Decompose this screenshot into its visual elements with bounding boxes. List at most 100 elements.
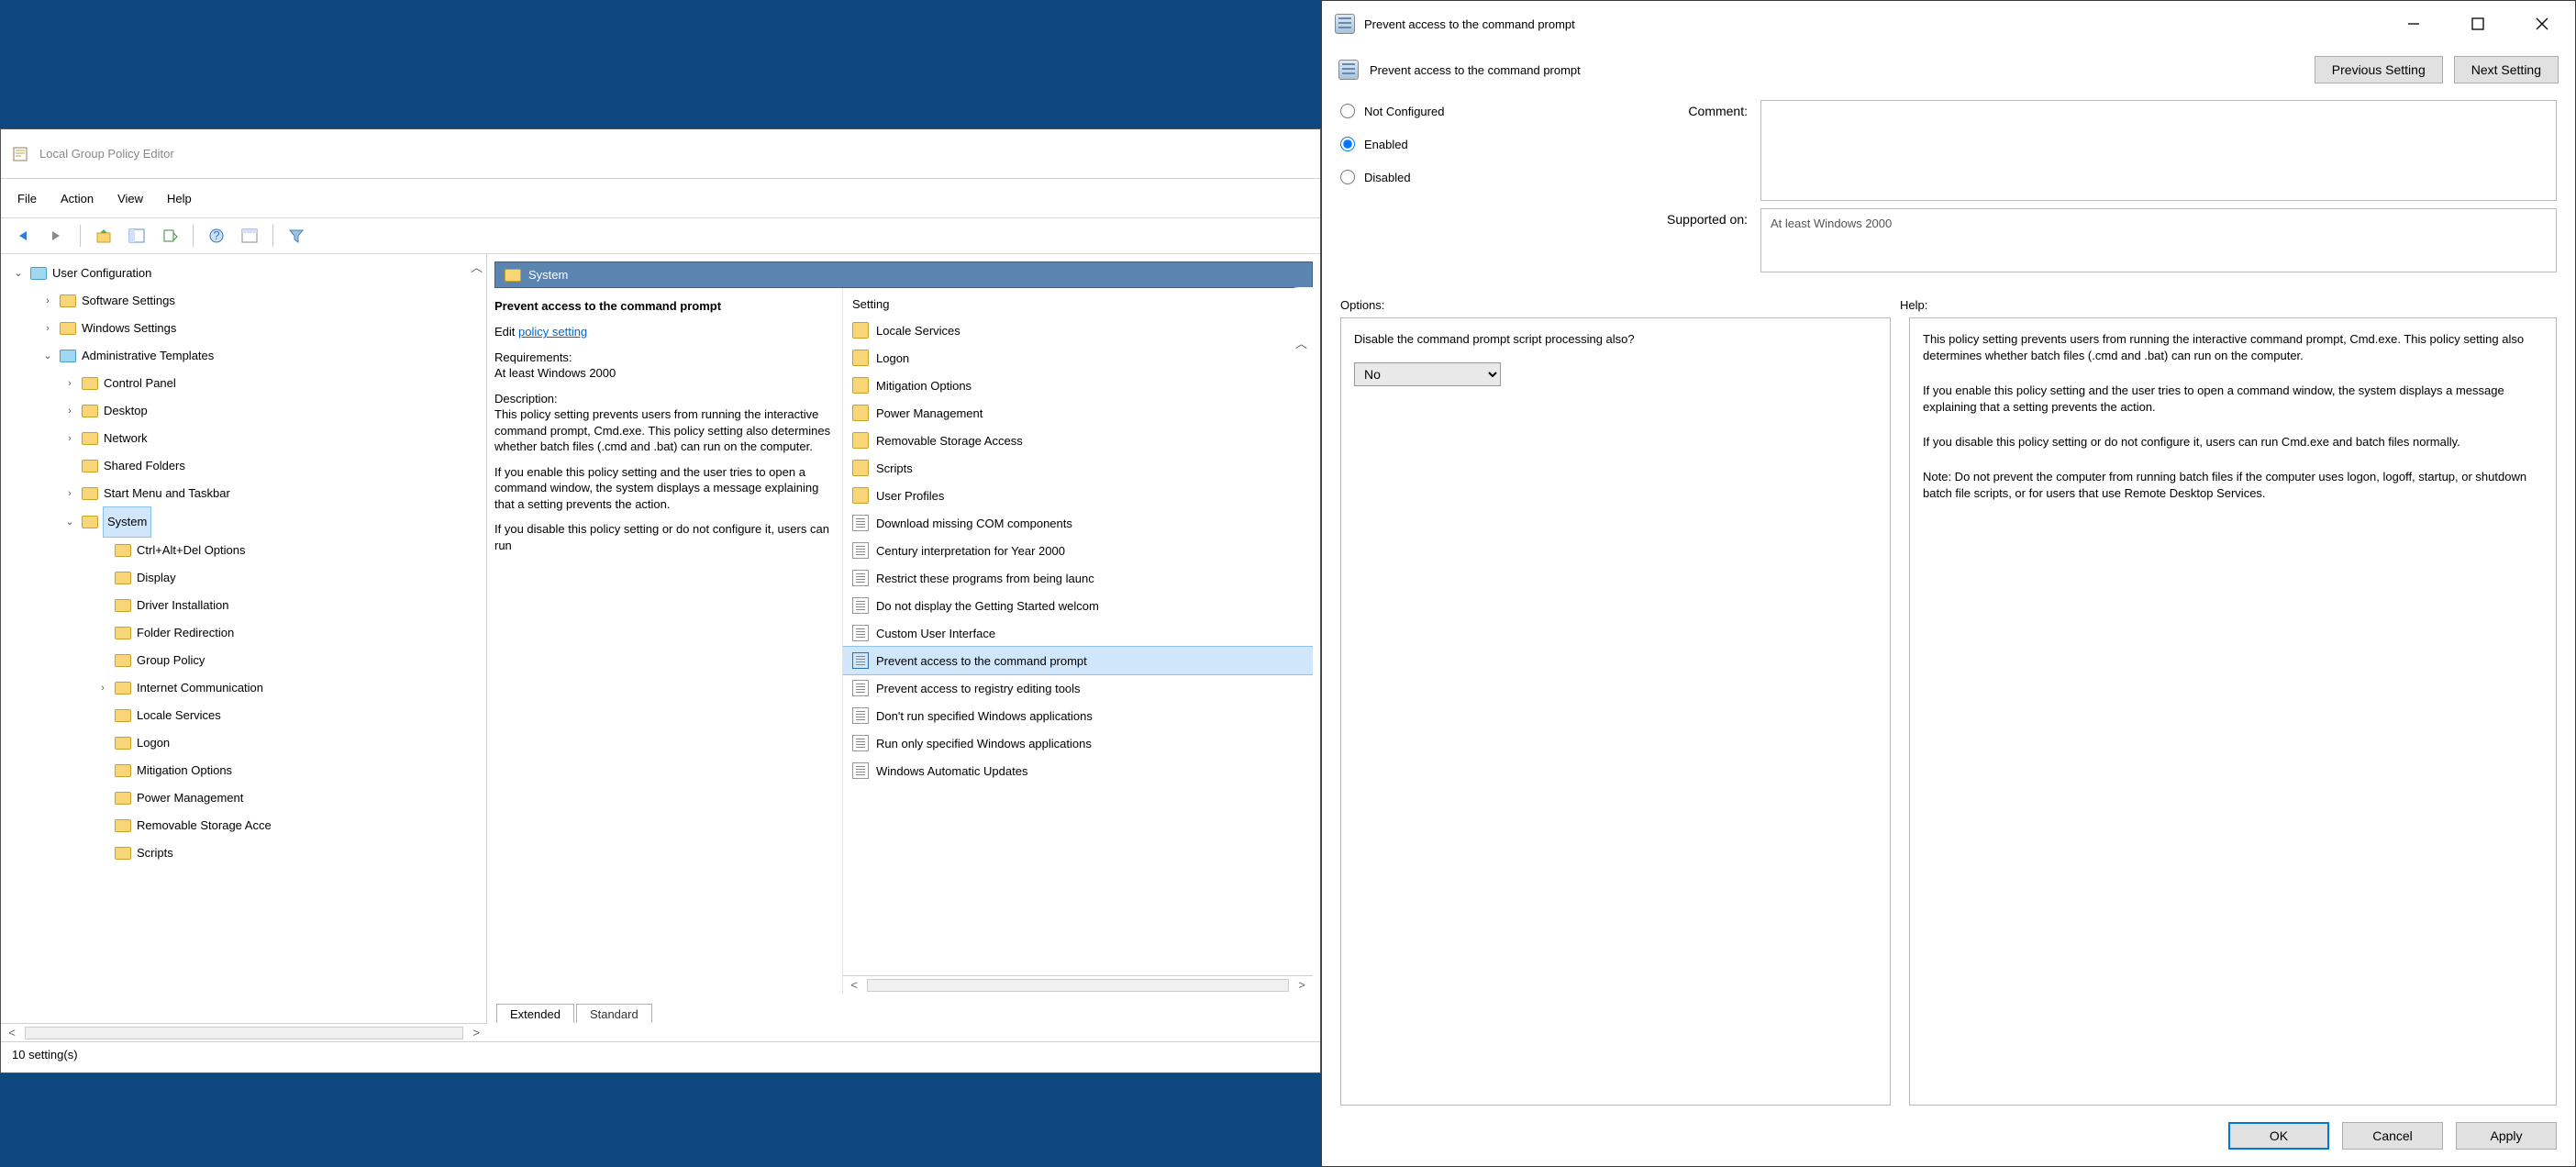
radio-enabled[interactable]: Enabled: [1340, 137, 1570, 151]
tree-item[interactable]: Folder Redirection: [8, 619, 486, 647]
column-header-setting[interactable]: Setting: [843, 295, 1313, 317]
menu-view[interactable]: View: [117, 192, 143, 206]
list-item[interactable]: Removable Storage Access: [843, 427, 1313, 454]
help-button[interactable]: ?: [203, 223, 230, 249]
list-item[interactable]: Restrict these programs from being launc: [843, 564, 1313, 592]
list-item[interactable]: Century interpretation for Year 2000: [843, 537, 1313, 564]
forward-button[interactable]: [43, 223, 71, 249]
chevron-right-icon[interactable]: ›: [63, 425, 76, 452]
ok-button[interactable]: OK: [2228, 1122, 2329, 1150]
option-select[interactable]: No: [1354, 362, 1501, 386]
list-item[interactable]: Prevent access to registry editing tools: [843, 674, 1313, 702]
tree-item[interactable]: Locale Services: [8, 702, 486, 729]
chevron-right-icon[interactable]: ›: [63, 397, 76, 425]
list-item[interactable]: Logon: [843, 344, 1313, 372]
cancel-button[interactable]: Cancel: [2342, 1122, 2443, 1150]
list-item[interactable]: Do not display the Getting Started welco…: [843, 592, 1313, 619]
list-item[interactable]: Custom User Interface: [843, 619, 1313, 647]
chevron-down-icon[interactable]: ⌄: [41, 342, 54, 370]
tree-item[interactable]: ›Internet Communication: [8, 674, 486, 702]
tree-item[interactable]: Display: [8, 564, 486, 592]
list-item-label: User Profiles: [876, 489, 944, 503]
list-item[interactable]: Scripts: [843, 454, 1313, 482]
list-item[interactable]: Power Management: [843, 399, 1313, 427]
chevron-right-icon[interactable]: ›: [96, 674, 109, 702]
tree-scroll-up-icon[interactable]: ︿: [471, 258, 483, 275]
tree-item[interactable]: Scripts: [8, 839, 486, 867]
tree-item[interactable]: Ctrl+Alt+Del Options: [8, 537, 486, 564]
list-item[interactable]: Mitigation Options: [843, 372, 1313, 399]
tree-item[interactable]: ⌄ User Configuration: [8, 260, 486, 287]
menu-action[interactable]: Action: [61, 192, 94, 206]
list-item-label: Windows Automatic Updates: [876, 764, 1027, 778]
back-button[interactable]: [10, 223, 38, 249]
tree-item-label: Group Policy: [137, 647, 205, 674]
chevron-down-icon[interactable]: ⌄: [12, 260, 25, 287]
tree-item[interactable]: Removable Storage Acce: [8, 812, 486, 839]
menu-help[interactable]: Help: [167, 192, 192, 206]
minimize-button[interactable]: [2386, 6, 2441, 41]
maximize-button[interactable]: [2450, 6, 2505, 41]
tree-item[interactable]: ⌄Administrative Templates: [8, 342, 486, 370]
tree-h-scrollbar[interactable]: <>: [1, 1023, 487, 1041]
list-scroll-up-icon[interactable]: ︿: [1295, 334, 1307, 351]
properties-button[interactable]: [236, 223, 263, 249]
tree-item[interactable]: ›Network: [8, 425, 486, 452]
help-pane[interactable]: This policy setting prevents users from …: [1909, 317, 2557, 1106]
tree-item[interactable]: ›Desktop: [8, 397, 486, 425]
radio-disabled[interactable]: Disabled: [1340, 170, 1570, 184]
settings-list[interactable]: ︿ Setting Locale ServicesLogonMitigation…: [843, 288, 1313, 994]
list-item[interactable]: Windows Automatic Updates: [843, 757, 1313, 784]
tree-pane[interactable]: ︿ ⌄User Configuration›Software Settings›…: [1, 254, 487, 1023]
chevron-down-icon[interactable]: ⌄: [63, 508, 76, 536]
tree-item[interactable]: Shared Folders: [8, 452, 486, 480]
tab-extended[interactable]: Extended: [496, 1004, 574, 1023]
folder-icon: [115, 599, 131, 612]
list-item[interactable]: Run only specified Windows applications: [843, 729, 1313, 757]
tree-item-label: Software Settings: [82, 287, 175, 315]
chevron-right-icon[interactable]: ›: [41, 315, 54, 342]
tab-standard[interactable]: Standard: [576, 1004, 652, 1023]
tree-item[interactable]: ›Windows Settings: [8, 315, 486, 342]
tree-item-label: User Configuration: [52, 260, 151, 287]
previous-setting-button[interactable]: Previous Setting: [2315, 56, 2443, 83]
list-h-scrollbar[interactable]: <>: [843, 975, 1313, 994]
list-item[interactable]: Don't run specified Windows applications: [843, 702, 1313, 729]
up-button[interactable]: [90, 223, 117, 249]
tree-item[interactable]: Power Management: [8, 784, 486, 812]
export-list-button[interactable]: [156, 223, 183, 249]
menu-file[interactable]: File: [17, 192, 37, 206]
list-item[interactable]: Locale Services: [843, 317, 1313, 344]
next-setting-button[interactable]: Next Setting: [2454, 56, 2559, 83]
show-hide-tree-button[interactable]: [123, 223, 150, 249]
tree-item[interactable]: ›Start Menu and Taskbar: [8, 480, 486, 507]
tree-item[interactable]: Group Policy: [8, 647, 486, 674]
gpedit-title-bar[interactable]: Local Group Policy Editor: [1, 129, 1320, 179]
tree-item[interactable]: ⌄System: [8, 507, 486, 537]
tree-item[interactable]: › Software Settings: [8, 287, 486, 315]
tree-item[interactable]: Mitigation Options: [8, 757, 486, 784]
dialog-title-bar[interactable]: Prevent access to the command prompt: [1322, 1, 2575, 47]
folder-icon: [82, 487, 98, 500]
apply-button[interactable]: Apply: [2456, 1122, 2557, 1150]
filter-button[interactable]: [283, 223, 310, 249]
chevron-right-icon[interactable]: ›: [63, 480, 76, 507]
tree-item[interactable]: Driver Installation: [8, 592, 486, 619]
list-item[interactable]: Prevent access to the command prompt: [843, 647, 1313, 674]
comment-field[interactable]: [1760, 100, 2557, 201]
status-bar: 10 setting(s): [1, 1041, 1320, 1073]
radio-not-configured[interactable]: Not Configured: [1340, 104, 1570, 118]
list-item[interactable]: Download missing COM components: [843, 509, 1313, 537]
tree-item-label: Ctrl+Alt+Del Options: [137, 537, 246, 564]
chevron-right-icon[interactable]: ›: [41, 287, 54, 315]
edit-policy-link[interactable]: policy setting: [518, 325, 587, 339]
folder-icon: [115, 819, 131, 832]
chevron-right-icon[interactable]: ›: [63, 370, 76, 397]
tree-item[interactable]: Logon: [8, 729, 486, 757]
close-button[interactable]: [2515, 6, 2570, 41]
folder-icon: [60, 295, 76, 307]
list-item-label: Download missing COM components: [876, 517, 1072, 530]
tree-item[interactable]: ›Control Panel: [8, 370, 486, 397]
list-item[interactable]: User Profiles: [843, 482, 1313, 509]
svg-text:?: ?: [213, 228, 219, 242]
